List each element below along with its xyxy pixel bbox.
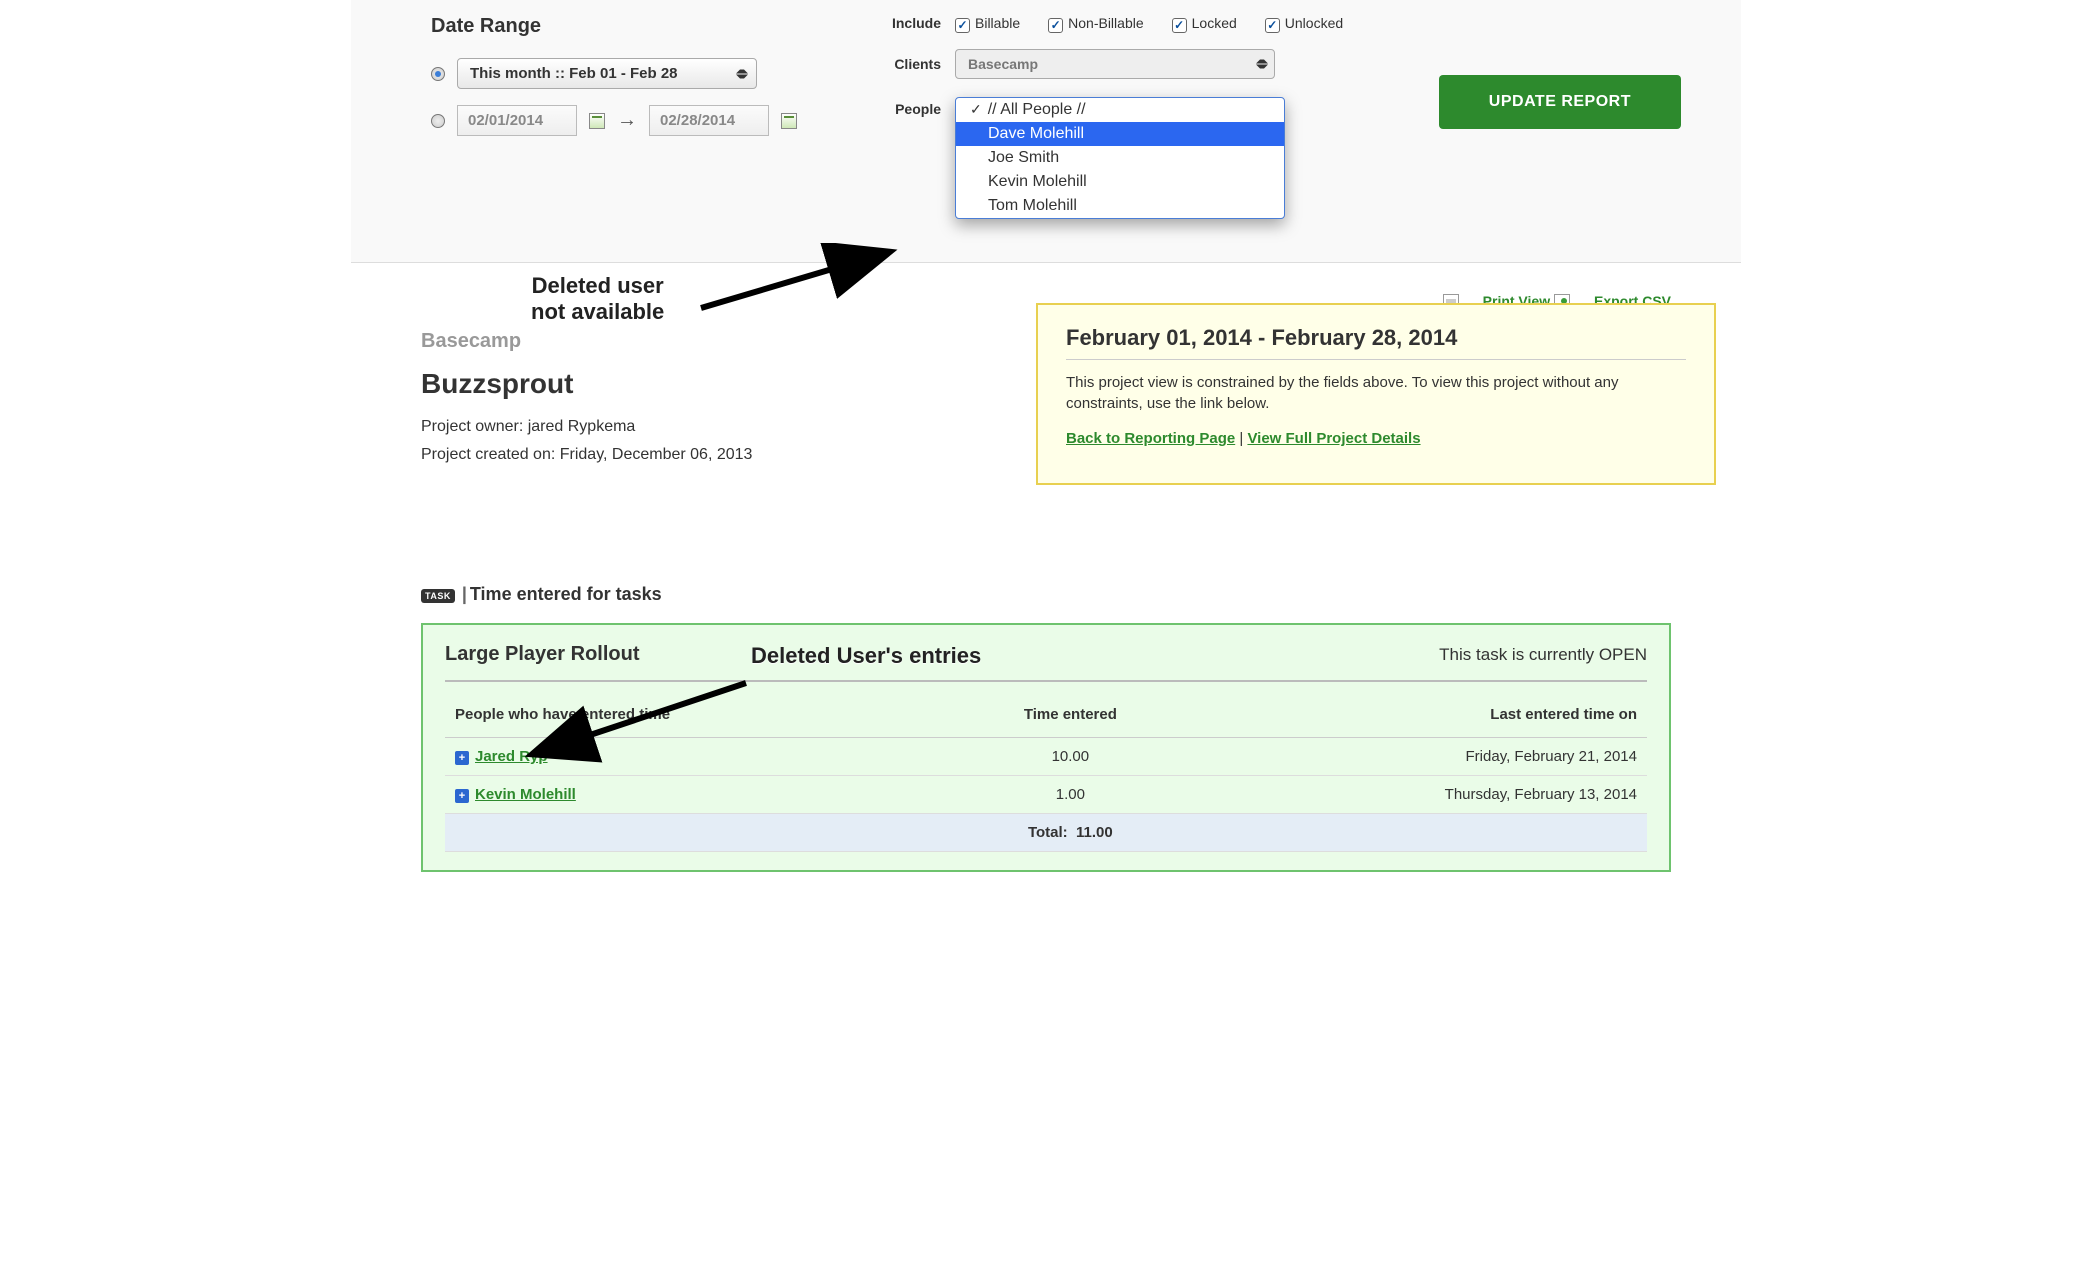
date-from-input[interactable]	[457, 105, 577, 136]
person-link[interactable]: Kevin Molehill	[475, 786, 576, 803]
people-select-open[interactable]: // All People // Dave Molehill Joe Smith…	[955, 97, 1285, 219]
checkbox-icon	[1048, 18, 1063, 33]
checkbox-icon	[1172, 18, 1187, 33]
view-full-project-link[interactable]: View Full Project Details	[1247, 430, 1420, 447]
table-total-row: Total: 11.00	[445, 814, 1647, 852]
time-cell: 10.00	[949, 738, 1192, 776]
calendar-icon[interactable]	[781, 113, 797, 129]
task-name: Large Player Rollout	[445, 643, 640, 666]
info-box-title: February 01, 2014 - February 28, 2014	[1066, 325, 1686, 360]
clients-value: Basecamp	[968, 56, 1038, 72]
range-preset-select[interactable]: This month :: Feb 01 - Feb 28	[457, 58, 757, 89]
include-row: Include Billable Non-Billable Locked Unl…	[871, 15, 1379, 31]
people-option[interactable]: Tom Molehill	[956, 194, 1284, 218]
person-link[interactable]: Jared Ryp	[475, 748, 548, 765]
checkbox-icon	[955, 18, 970, 33]
date-range-title: Date Range	[431, 15, 811, 38]
checkbox-icon	[1265, 18, 1280, 33]
arrow-right-icon: →	[617, 109, 637, 132]
col-last: Last entered time on	[1192, 692, 1647, 738]
people-option-all[interactable]: // All People //	[956, 98, 1284, 122]
table-header-row: People who have entered time Time entere…	[445, 692, 1647, 738]
people-option[interactable]: Kevin Molehill	[956, 170, 1284, 194]
task-status: This task is currently OPEN	[1439, 645, 1647, 665]
include-locked[interactable]: Locked	[1172, 15, 1237, 31]
time-table: People who have entered time Time entere…	[445, 692, 1647, 852]
update-report-button[interactable]: UPDATE REPORT	[1439, 75, 1681, 129]
info-box-links: Back to Reporting Page | View Full Proje…	[1066, 428, 1686, 449]
clients-row: Clients Basecamp	[871, 49, 1379, 79]
report-content: Print View Export CSV Basecamp Buzzsprou…	[351, 263, 1741, 912]
time-cell: 1.00	[949, 776, 1192, 814]
date-range-column: Date Range This month :: Feb 01 - Feb 28…	[431, 15, 811, 152]
clients-select[interactable]: Basecamp	[955, 49, 1275, 79]
expand-icon[interactable]: +	[455, 789, 469, 803]
task-badge-icon: TASK	[421, 589, 455, 603]
table-row: + Kevin Molehill 1.00 Thursday, February …	[445, 776, 1647, 814]
task-header: Large Player Rollout This task is curren…	[445, 643, 1647, 682]
include-unlocked[interactable]: Unlocked	[1265, 15, 1343, 31]
info-box-desc: This project view is constrained by the …	[1066, 372, 1686, 414]
tasks-section-title: TASK|Time entered for tasks	[421, 584, 1671, 605]
filters-bar: Date Range This month :: Feb 01 - Feb 28…	[351, 0, 1741, 263]
people-option-highlighted[interactable]: Dave Molehill	[956, 122, 1284, 146]
date-range-info-box: February 01, 2014 - February 28, 2014 Th…	[1036, 303, 1716, 485]
col-time: Time entered	[949, 692, 1192, 738]
table-row: + Jared Ryp 10.00 Friday, February 21, 20…	[445, 738, 1647, 776]
last-cell: Friday, February 21, 2014	[1192, 738, 1647, 776]
task-card: Large Player Rollout This task is curren…	[421, 623, 1671, 872]
back-to-reporting-link[interactable]: Back to Reporting Page	[1066, 430, 1235, 447]
last-cell: Thursday, February 13, 2014	[1192, 776, 1647, 814]
people-label: People	[871, 97, 941, 117]
clients-label: Clients	[871, 56, 941, 72]
update-button-column: UPDATE REPORT	[1439, 15, 1681, 129]
radio-custom[interactable]	[431, 114, 445, 128]
include-billable[interactable]: Billable	[955, 15, 1020, 31]
range-preset-row: This month :: Feb 01 - Feb 28	[431, 58, 811, 89]
include-label: Include	[871, 15, 941, 31]
people-option[interactable]: Joe Smith	[956, 146, 1284, 170]
include-nonbillable[interactable]: Non-Billable	[1048, 15, 1143, 31]
people-row: People // All People // Dave Molehill Jo…	[871, 97, 1379, 219]
expand-icon[interactable]: +	[455, 751, 469, 765]
calendar-icon[interactable]	[589, 113, 605, 129]
chevron-updown-icon	[1256, 60, 1268, 69]
chevron-updown-icon	[736, 69, 748, 78]
date-to-input[interactable]	[649, 105, 769, 136]
radio-preset[interactable]	[431, 67, 445, 81]
filter-middle-column: Include Billable Non-Billable Locked Unl…	[871, 15, 1379, 237]
range-preset-value: This month :: Feb 01 - Feb 28	[470, 65, 678, 82]
col-people: People who have entered time	[445, 692, 949, 738]
range-custom-row: →	[431, 105, 811, 136]
total-cell: Total: 11.00	[949, 814, 1192, 852]
